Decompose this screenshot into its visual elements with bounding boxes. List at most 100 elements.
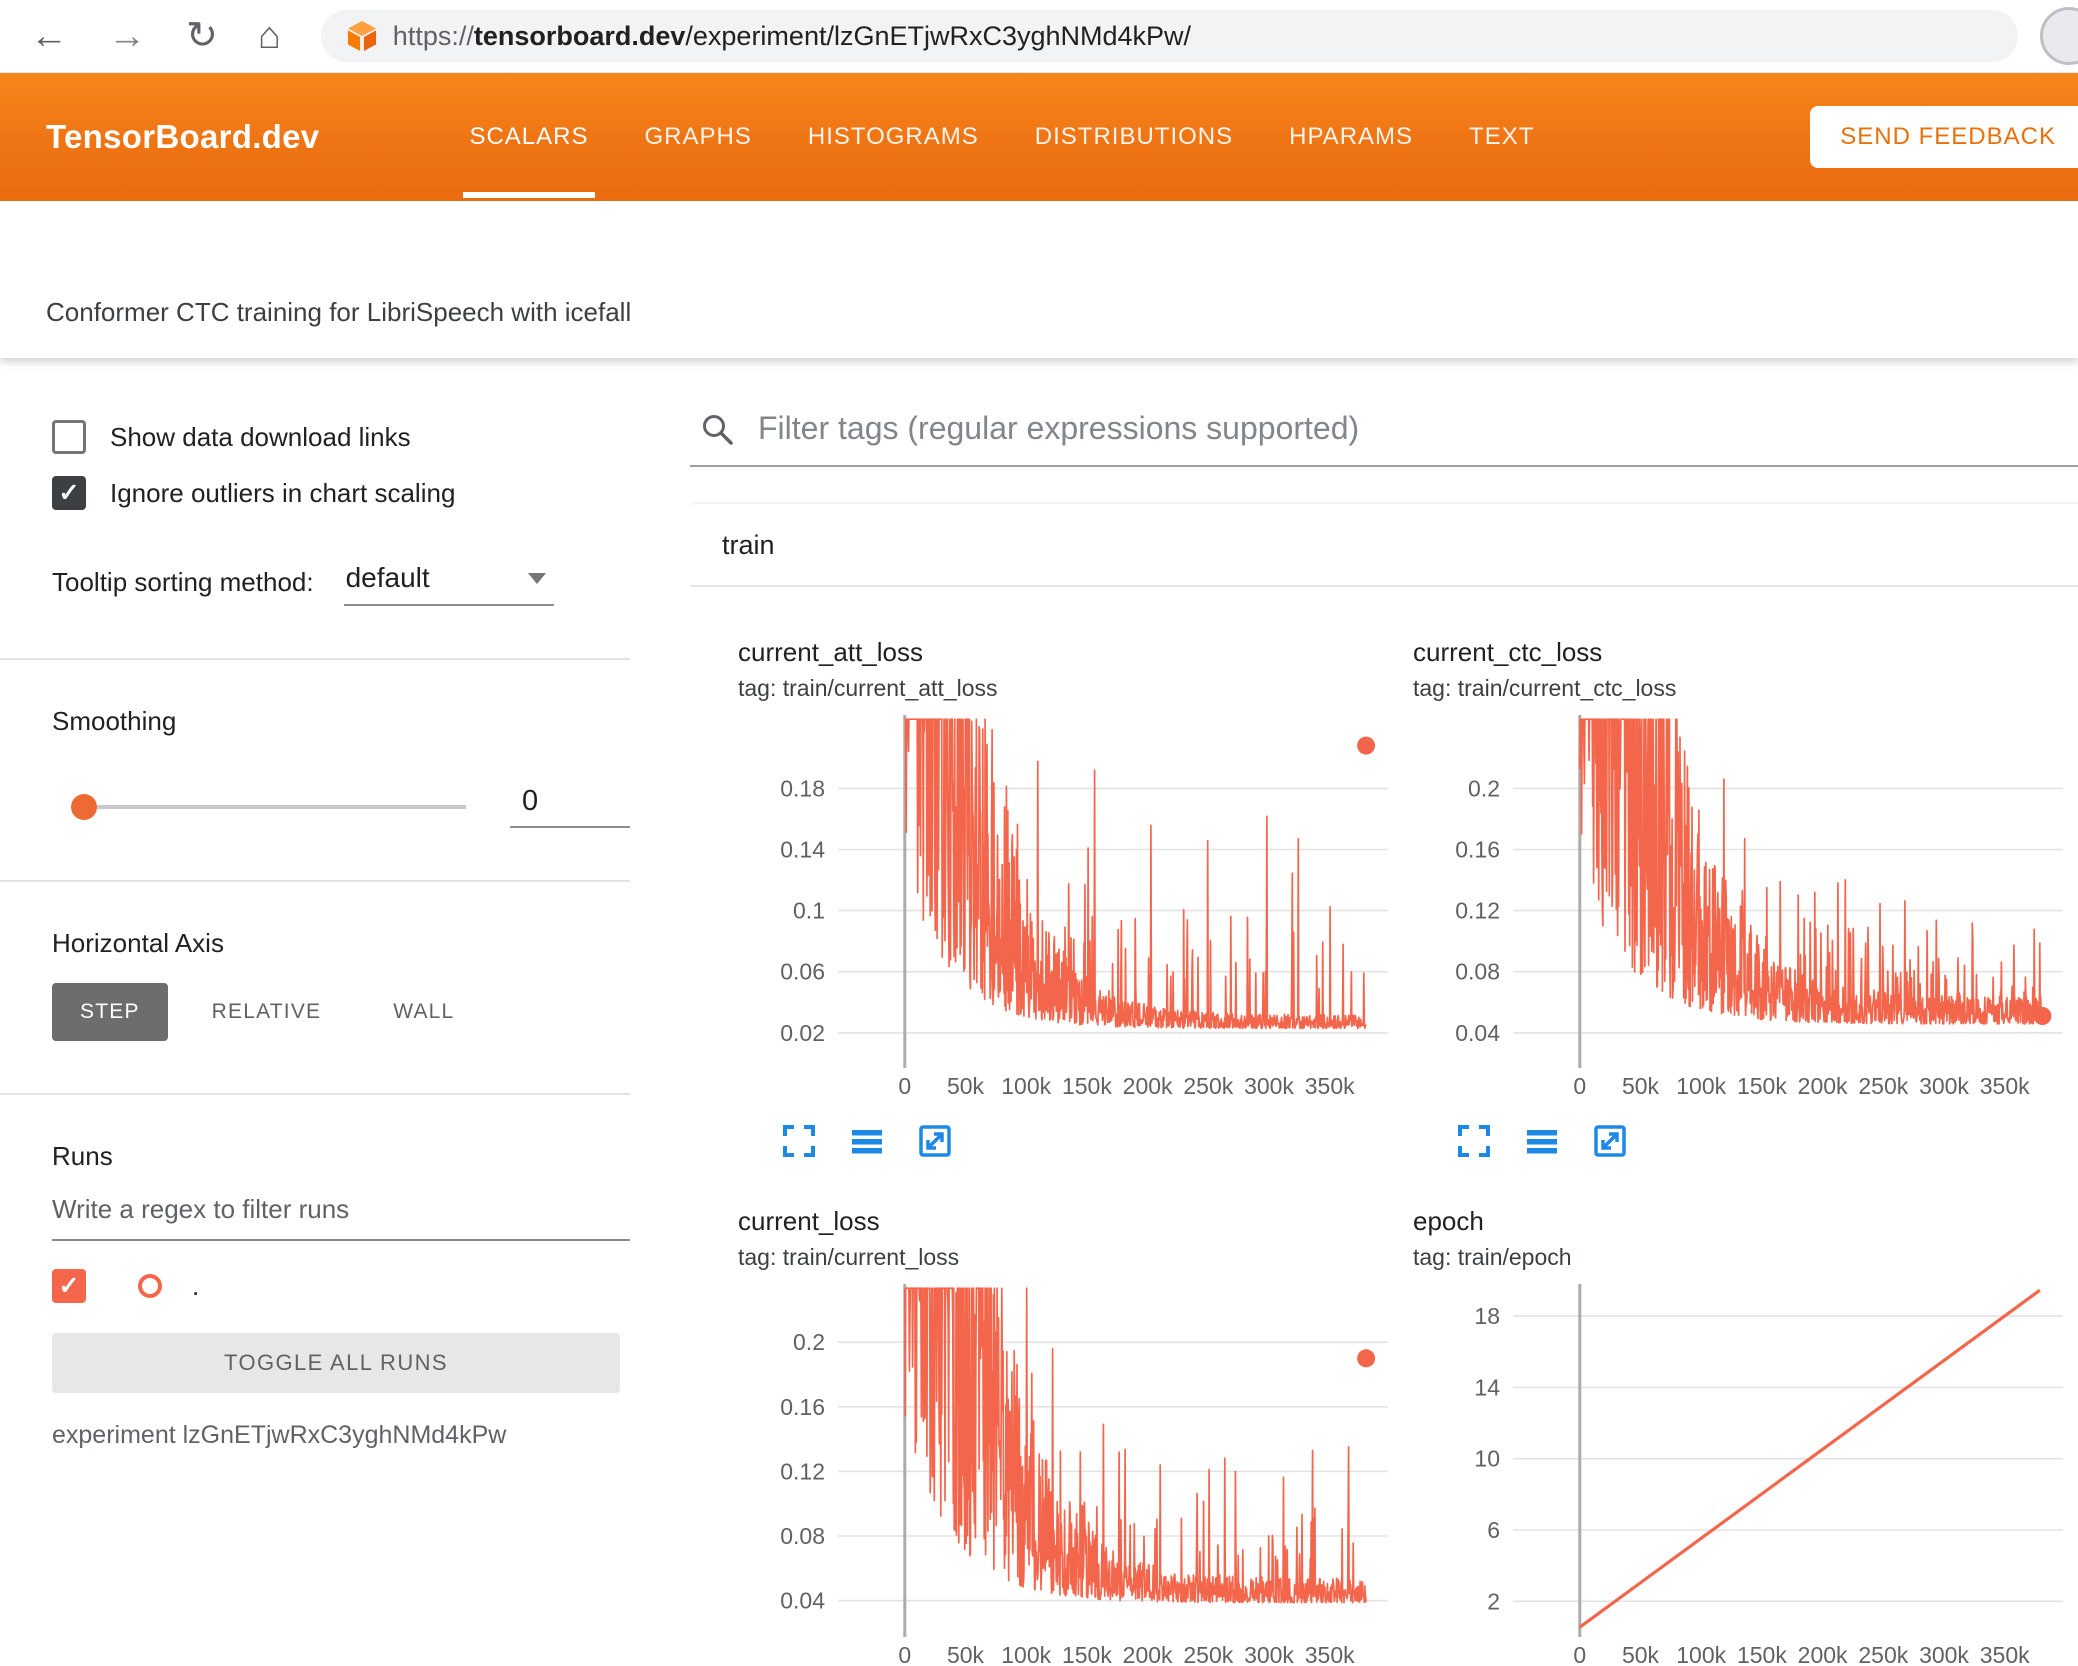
chart-tag: tag: train/current_ctc_loss (1413, 675, 1677, 701)
experiment-title-strip: Conformer CTC training for LibriSpeech w… (0, 201, 2078, 358)
svg-text:0.12: 0.12 (1455, 898, 1500, 924)
chart-title: current_ctc_loss (1413, 637, 1603, 667)
svg-text:350k: 350k (1980, 1073, 2030, 1099)
back-icon[interactable]: ← (30, 17, 68, 55)
ignore-outliers-checkbox[interactable]: ✓ Ignore outliers in chart scaling (52, 476, 632, 510)
tab-distributions[interactable]: DISTRIBUTIONS (1035, 73, 1233, 201)
svg-text:200k: 200k (1798, 1642, 1848, 1666)
tooltip-sorting-label: Tooltip sorting method: (52, 567, 314, 597)
runs-filter-input[interactable] (52, 1184, 630, 1241)
svg-text:300k: 300k (1244, 1642, 1294, 1666)
chart-actions (780, 1122, 1393, 1160)
svg-text:100k: 100k (1001, 1073, 1051, 1099)
chart-plot[interactable]: 2 6 10 14 18 0 50k 100k 150k 200k 250k 300k 350k (1418, 1279, 2068, 1666)
fit-domain-icon[interactable] (916, 1122, 954, 1160)
slider-thumb[interactable] (71, 793, 97, 820)
address-bar[interactable]: https://tensorboard.dev/experiment/lzGnE… (320, 10, 2018, 62)
checkbox-unchecked-icon (52, 420, 86, 454)
svg-text:350k: 350k (1305, 1073, 1355, 1099)
chart-epoch: epoch tag: train/epoch 2 6 10 14 18 0 50k 100k 1… (1393, 1190, 2068, 1666)
runs-label: Runs (52, 1141, 113, 1171)
checkbox-checked-icon: ✓ (52, 476, 86, 510)
home-icon[interactable]: ⌂ (258, 17, 281, 55)
filter-tags-input[interactable] (758, 410, 2078, 447)
chart-tag: tag: train/current_att_loss (738, 675, 998, 701)
svg-text:0.2: 0.2 (793, 1329, 825, 1355)
show-download-links-checkbox[interactable]: Show data download links (52, 420, 632, 454)
chart-title: current_loss (738, 1206, 880, 1236)
tab-graphs[interactable]: GRAPHS (645, 73, 752, 201)
fit-domain-icon[interactable] (1591, 1122, 1629, 1160)
svg-text:250k: 250k (1183, 1073, 1233, 1099)
experiment-title: Conformer CTC training for LibriSpeech w… (46, 297, 632, 327)
horizontal-axis-options: STEP RELATIVE WALL (52, 983, 632, 1041)
smoothing-label: Smoothing (52, 706, 177, 736)
axis-step-button[interactable]: STEP (52, 983, 168, 1041)
app-logo: TensorBoard.dev (46, 118, 320, 155)
svg-text:300k: 300k (1919, 1642, 1969, 1666)
tab-scalars[interactable]: SCALARS (463, 73, 595, 201)
reload-icon[interactable]: ↻ (186, 17, 218, 55)
fullscreen-icon[interactable] (780, 1122, 818, 1160)
svg-text:250k: 250k (1858, 1642, 1908, 1666)
svg-text:0.06: 0.06 (780, 959, 825, 985)
svg-text:0.08: 0.08 (780, 1523, 825, 1549)
svg-text:14: 14 (1474, 1374, 1500, 1400)
svg-text:2: 2 (1487, 1588, 1500, 1614)
chart-tag: tag: train/current_loss (738, 1244, 960, 1270)
tensorboard-favicon (347, 21, 376, 51)
avatar[interactable] (2040, 7, 2078, 65)
chart-plot[interactable]: 0.04 0.08 0.12 0.16 0.2 0 50k 100k 150k 200k 250k 3… (743, 1279, 1393, 1666)
axis-wall-button[interactable]: WALL (365, 983, 482, 1041)
train-card: train current_att_loss tag: train/curren… (690, 504, 2078, 1666)
run-color-swatch-icon (138, 1274, 162, 1298)
scalars-main: train current_att_loss tag: train/curren… (690, 358, 2078, 1666)
chart-plot[interactable]: 0.02 0.06 0.1 0.14 0.18 0 50k 100k 150k 200k 250k 3… (743, 710, 1393, 1100)
run-checkbox-checked-icon[interactable]: ✓ (52, 1269, 86, 1303)
runs-list-icon[interactable] (1523, 1122, 1561, 1160)
experiment-id: experiment lzGnETjwRxC3yghNMd4kPw (52, 1421, 507, 1449)
svg-text:200k: 200k (1798, 1073, 1848, 1099)
chevron-down-icon (527, 572, 546, 584)
charts-grid: current_att_loss tag: train/current_att_… (690, 587, 2078, 1666)
svg-text:150k: 150k (1062, 1642, 1112, 1666)
url-text: https://tensorboard.dev/experiment/lzGnE… (392, 20, 1192, 51)
smoothing-value-input[interactable]: 0 (510, 785, 630, 828)
divider (0, 658, 630, 660)
send-feedback-button[interactable]: SEND FEEDBACK (1810, 106, 2078, 168)
svg-text:200k: 200k (1123, 1642, 1173, 1666)
forward-icon[interactable]: → (108, 17, 146, 55)
svg-text:0.04: 0.04 (1455, 1020, 1500, 1046)
svg-text:250k: 250k (1858, 1073, 1908, 1099)
tab-histograms[interactable]: HISTOGRAMS (808, 73, 979, 201)
tab-hparams[interactable]: HPARAMS (1289, 73, 1413, 201)
fullscreen-icon[interactable] (1455, 1122, 1493, 1160)
content: Show data download links ✓ Ignore outlie… (0, 358, 2078, 1666)
svg-text:0: 0 (1573, 1642, 1586, 1666)
svg-text:350k: 350k (1980, 1642, 2030, 1666)
chart-plot[interactable]: 0.04 0.08 0.12 0.16 0.2 0 50k 100k 150k 200k 250k 3… (1418, 710, 2068, 1100)
svg-text:250k: 250k (1183, 1642, 1233, 1666)
axis-relative-button[interactable]: RELATIVE (184, 983, 350, 1041)
svg-text:0: 0 (898, 1642, 911, 1666)
filter-tags-row (690, 358, 2078, 467)
run-name: . (192, 1270, 200, 1301)
svg-text:50k: 50k (1622, 1642, 1660, 1666)
run-row: ✓ . (52, 1269, 632, 1303)
chart-title: epoch (1413, 1206, 1484, 1236)
runs-list-icon[interactable] (848, 1122, 886, 1160)
svg-text:10: 10 (1474, 1446, 1500, 1472)
run-group-title[interactable]: train (690, 504, 2078, 587)
toggle-all-runs-button[interactable]: TOGGLE ALL RUNS (52, 1333, 620, 1393)
svg-text:300k: 300k (1244, 1073, 1294, 1099)
svg-text:0.08: 0.08 (1455, 959, 1500, 985)
smoothing-slider[interactable] (71, 793, 466, 820)
app-header: TensorBoard.dev SCALARS GRAPHS HISTOGRAM… (0, 73, 2078, 201)
tooltip-sorting-select[interactable]: default (343, 562, 554, 606)
divider (0, 1093, 630, 1095)
chart-current-ctc-loss: current_ctc_loss tag: train/current_ctc_… (1393, 621, 2068, 1160)
svg-text:50k: 50k (947, 1073, 985, 1099)
svg-text:0.02: 0.02 (780, 1020, 825, 1046)
svg-text:6: 6 (1487, 1517, 1500, 1543)
tab-text[interactable]: TEXT (1469, 73, 1534, 201)
